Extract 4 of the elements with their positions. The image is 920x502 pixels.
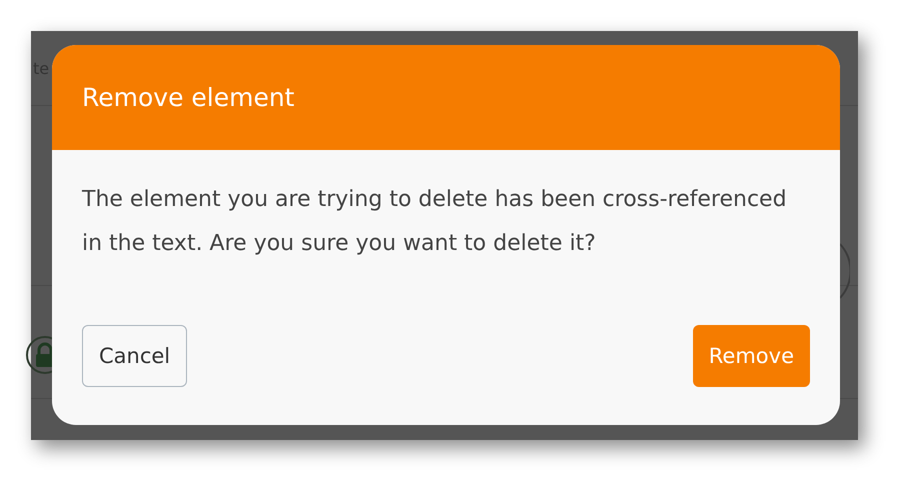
dialog-message: The element you are trying to delete has been cross-referenced in the text. Are you sure you want to delete it? [82, 186, 788, 258]
dialog-title: Remove element [82, 83, 294, 112]
cancel-button[interactable]: Cancel [82, 325, 188, 387]
circle-outline-icon [840, 243, 850, 299]
